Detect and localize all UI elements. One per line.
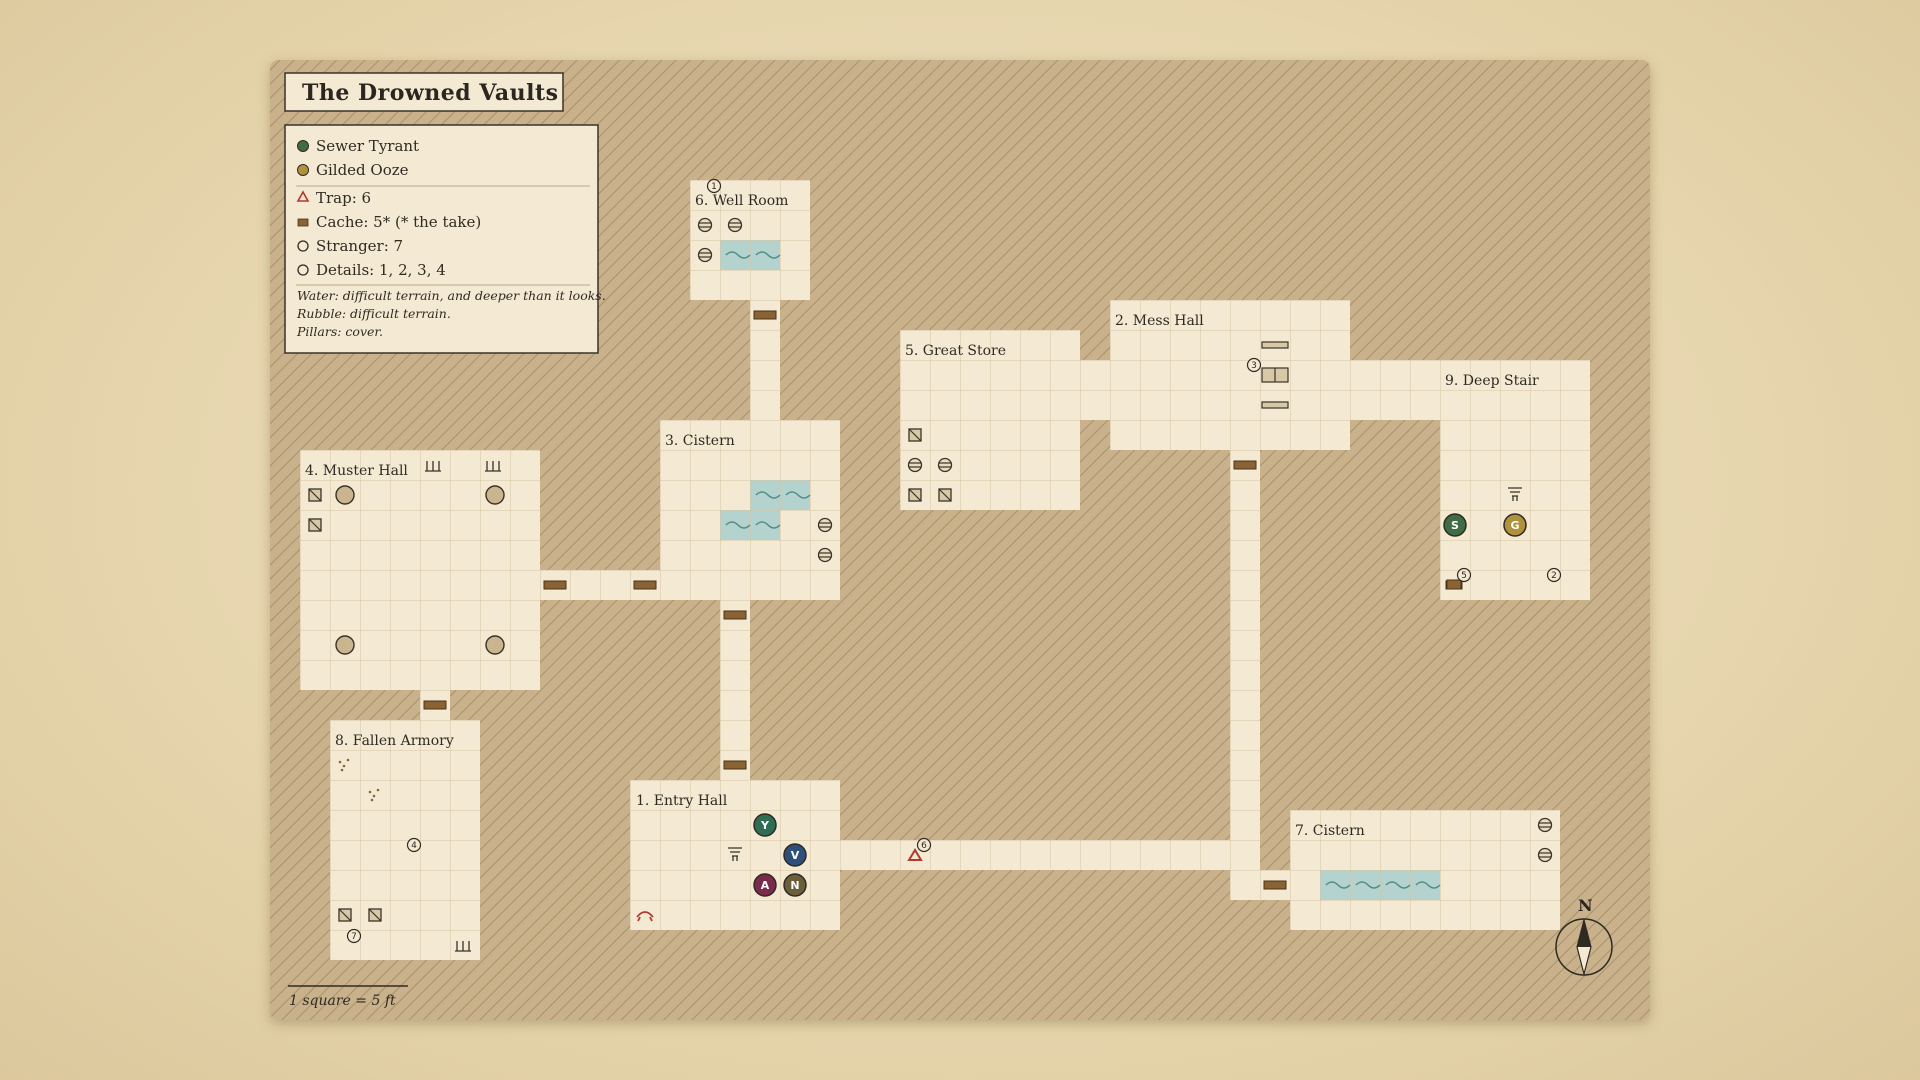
cache-chest[interactable]: [1446, 579, 1462, 590]
marker-number: 4: [411, 841, 417, 851]
room-label: 9. Deep Stair: [1445, 373, 1539, 389]
sewer-tyrant-swatch-icon: [297, 140, 309, 152]
creature-token[interactable]: N: [783, 873, 807, 897]
token-letter: V: [791, 849, 800, 862]
door[interactable]: [423, 700, 447, 710]
legend-monster-2: Gilded Ooze: [316, 161, 409, 179]
title-cartouche: The Drowned Vaults: [284, 72, 564, 112]
room-label: 7. Cistern: [1295, 823, 1365, 839]
room-label: 6. Well Room: [695, 193, 788, 209]
marker-number: 2: [1551, 571, 1557, 581]
token-letter: Y: [760, 819, 770, 832]
door[interactable]: [633, 580, 657, 590]
gilded-ooze-swatch-icon: [297, 164, 309, 176]
legend-note-pillars: Pillars: cover.: [296, 324, 383, 339]
scale-label: 1 square = 5 ft: [289, 993, 396, 1009]
legend-details: Details: 1, 2, 3, 4: [316, 261, 446, 279]
creature-token[interactable]: V: [783, 843, 807, 867]
marker-number: 1: [711, 182, 717, 192]
room-label: 4. Muster Hall: [305, 463, 408, 479]
token-letter: A: [761, 879, 770, 892]
token-letter: N: [790, 879, 799, 892]
door[interactable]: [723, 760, 747, 770]
room-label: 3. Cistern: [665, 433, 735, 449]
token-letter: S: [1451, 519, 1459, 532]
door[interactable]: [753, 310, 777, 320]
marker-number: 5: [1461, 571, 1467, 581]
marker-number: 3: [1251, 361, 1257, 371]
legend-note-water: Water: difficult terrain, and deeper tha…: [297, 288, 606, 303]
door[interactable]: [1233, 460, 1257, 470]
creature-token[interactable]: Y: [753, 813, 777, 837]
room-label: 8. Fallen Armory: [335, 733, 454, 749]
creature-token[interactable]: S: [1443, 513, 1467, 537]
door[interactable]: [723, 610, 747, 620]
token-letter: G: [1510, 519, 1519, 532]
door[interactable]: [543, 580, 567, 590]
room-label: 2. Mess Hall: [1115, 313, 1204, 329]
legend-stranger: Stranger: 7: [316, 237, 403, 255]
creature-token[interactable]: G: [1503, 513, 1527, 537]
cache-legend-icon: [297, 218, 309, 227]
map-title: The Drowned Vaults: [302, 80, 559, 106]
legend-trap: Trap: 6: [316, 189, 371, 207]
marker-number: 6: [921, 841, 927, 851]
legend-cache: Cache: 5* (* the take): [316, 213, 481, 231]
compass-north-label: N: [1578, 896, 1593, 915]
legend: Sewer Tyrant Gilded Ooze Trap: 6 Cache: …: [284, 124, 606, 354]
dungeon-map: 1. Entry Hall 2. Mess Hall 3. Cistern 4. Mu…: [270, 60, 1650, 1020]
door[interactable]: [1263, 880, 1287, 890]
creature-token[interactable]: A: [753, 873, 777, 897]
room-label: 5. Great Store: [905, 343, 1006, 359]
legend-note-rubble: Rubble: difficult terrain.: [296, 306, 451, 321]
room-label: 1. Entry Hall: [636, 793, 728, 809]
legend-monster-1: Sewer Tyrant: [316, 137, 419, 155]
marker-number: 7: [351, 932, 357, 942]
